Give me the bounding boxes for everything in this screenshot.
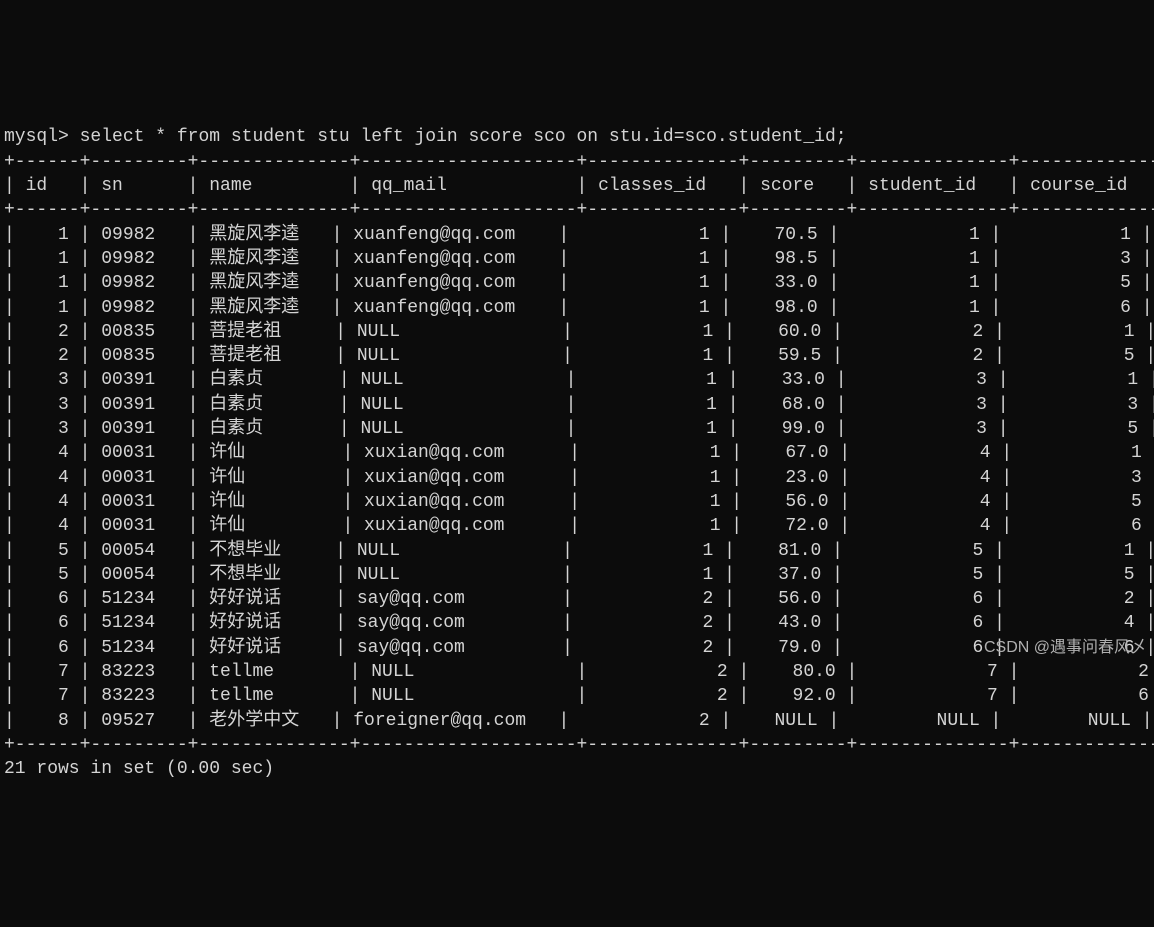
- table-header-row: | id | sn | name | qq_mail | classes_id …: [4, 176, 1154, 196]
- terminal-output: mysql> select * from student stu left jo…: [4, 101, 1154, 781]
- table-border-mid: +------+---------+--------------+-------…: [4, 200, 1154, 220]
- table-body: | 1 | 09982 | 黑旋风李逵 | xuanfeng@qq.com | …: [4, 225, 1154, 731]
- result-footer: 21 rows in set (0.00 sec): [4, 759, 274, 779]
- table-border-bottom: +------+---------+--------------+-------…: [4, 735, 1154, 755]
- sql-query: select * from student stu left join scor…: [80, 127, 847, 147]
- table-border-top: +------+---------+--------------+-------…: [4, 152, 1154, 172]
- watermark: CSDN @遇事问春风乄: [984, 637, 1146, 659]
- mysql-prompt[interactable]: mysql>: [4, 127, 69, 147]
